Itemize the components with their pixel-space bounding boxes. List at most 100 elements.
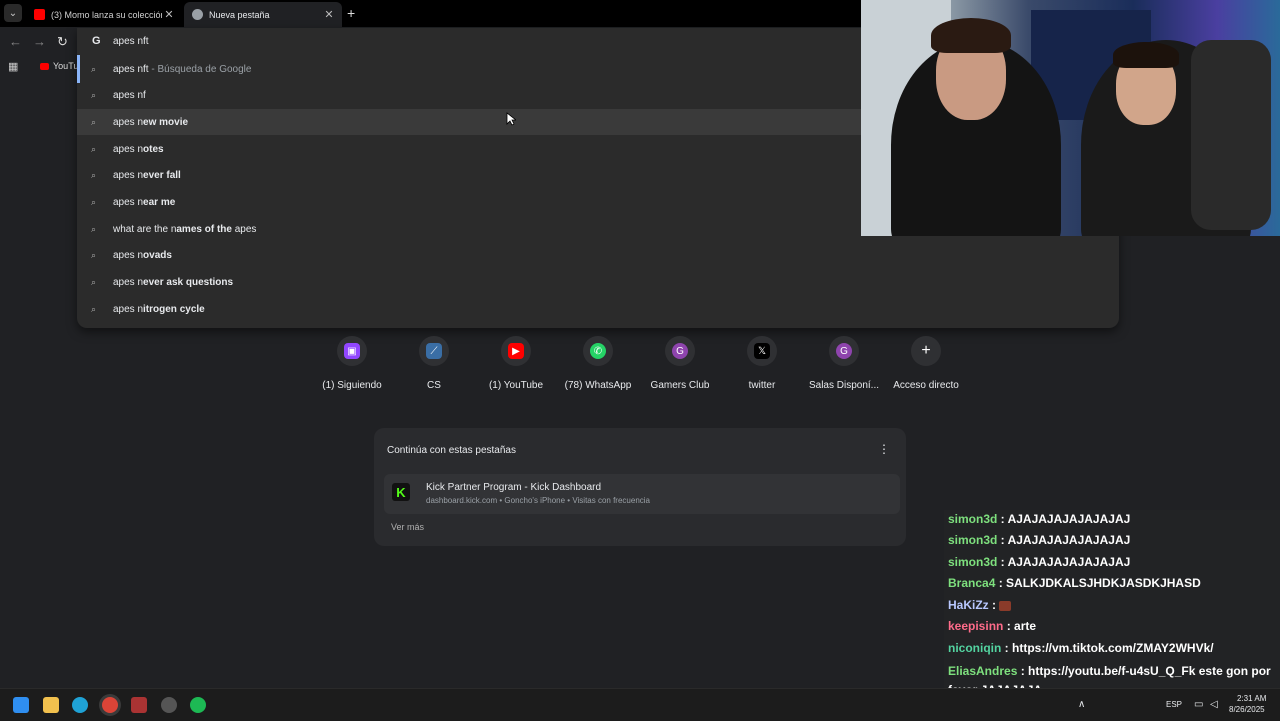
tab-new-tab[interactable]: Nueva pestaña ✕ (184, 2, 342, 27)
search-icon: ⌕ (91, 116, 97, 127)
youtube-icon: ▶ (508, 343, 524, 359)
suggestion-text: apes never fall (113, 170, 181, 182)
suggestion-text: apes notes (113, 143, 164, 155)
close-icon[interactable]: ✕ (322, 8, 336, 21)
cs-icon: ⟋ (426, 343, 442, 359)
suggestion-text: apes nft - Búsqueda de Google (113, 63, 252, 75)
chat-text: arte (1014, 619, 1037, 633)
network-icon[interactable]: ▭ (1194, 699, 1203, 710)
chat-username[interactable]: simon3d (948, 533, 997, 547)
chat-message: niconiqin : https://vm.tiktok.com/ZMAY2W… (948, 641, 1214, 655)
chat-username[interactable]: Branca4 (948, 576, 995, 590)
clock-time[interactable]: 2:31 AM (1237, 694, 1266, 703)
shortcut-icon-circle: G (665, 336, 695, 366)
search-icon: ⌕ (91, 170, 97, 181)
new-tab-button[interactable]: + (347, 5, 355, 21)
suggestion-item[interactable]: ⌕ apes nitrogen cycle (77, 296, 1119, 322)
apps-grid-icon[interactable]: ▦ (8, 60, 18, 73)
chrome-icon[interactable] (102, 697, 118, 713)
edge-icon[interactable] (72, 697, 88, 713)
stream-chat: simon3d : AJAJAJAJAJAJAJAJ simon3d : AJAJ… (944, 510, 1280, 697)
suggestion-text: apes never ask questions (113, 277, 234, 289)
whatsapp-icon: ✆ (590, 343, 606, 359)
chat-username[interactable]: EliasAndres (948, 664, 1017, 678)
shortcut-label: (78) WhatsApp (564, 380, 632, 391)
shortcut-label: twitter (748, 380, 776, 391)
chat-separator: : (997, 555, 1008, 569)
tab-momo[interactable]: (3) Momo lanza su colección de ✕ (26, 2, 182, 27)
hair-left (931, 18, 1011, 53)
app-icon[interactable] (131, 697, 147, 713)
tray-chevron-icon[interactable]: ∧ (1078, 699, 1085, 710)
shortcut-tile[interactable]: ▶ (1) YouTube (476, 336, 556, 391)
shortcut-label: (1) Siguiendo (322, 380, 382, 391)
bookmark-youtube[interactable]: YouTu (53, 61, 78, 71)
suggestion-item[interactable]: ⌕ apes never ask questions (77, 270, 1119, 296)
chat-message: Branca4 : SALKJDKALSJHDKJASDKJHASD (948, 576, 1201, 590)
chat-separator: : (1001, 641, 1012, 655)
close-icon[interactable]: ✕ (162, 8, 176, 21)
chat-text: SALKJDKALSJHDKJASDKJHASD (1006, 576, 1201, 590)
chat-username[interactable]: keepisinn (948, 619, 1003, 633)
see-more-link[interactable]: Ver más (391, 522, 424, 532)
steam-icon[interactable] (161, 697, 177, 713)
search-icon: ⌕ (91, 250, 97, 261)
tab-title: (3) Momo lanza su colección de (51, 9, 162, 20)
shortcut-tile[interactable]: ⟋ CS (394, 336, 474, 391)
chat-separator: : (988, 598, 1000, 612)
suggestion-text: apes new movie (113, 116, 189, 128)
shortcut-icon-circle: + (911, 336, 941, 366)
volume-icon[interactable]: ◁ (1210, 699, 1218, 710)
card-item-subtitle: dashboard.kick.com • Goncho's iPhone • V… (426, 496, 650, 505)
shortcut-tile[interactable]: G Gamers Club (640, 336, 720, 391)
taskbar: ∧ ESP ▭ ◁ 2:31 AM 8/26/2025 (0, 688, 1280, 721)
omnibox-input[interactable]: apes nft (113, 36, 149, 47)
webcam-overlay (861, 0, 1280, 236)
spotify-icon[interactable] (190, 697, 206, 713)
chat-username[interactable]: simon3d (948, 512, 997, 526)
x-icon: 𝕏 (754, 343, 770, 359)
chat-username[interactable]: niconiqin (948, 641, 1001, 655)
forward-icon[interactable]: → (33, 34, 46, 49)
continue-tab-item[interactable]: K Kick Partner Program - Kick Dashboard … (384, 474, 900, 514)
reload-icon[interactable]: ↻ (57, 34, 68, 50)
shortcut-label: Gamers Club (650, 380, 710, 391)
suggestion-text: apes nf (113, 90, 146, 102)
more-options-icon[interactable]: ⋮ (878, 442, 890, 456)
shortcut-tile[interactable]: ✆ (78) WhatsApp (558, 336, 638, 391)
chat-separator: : (995, 576, 1007, 590)
shortcut-tile[interactable]: ▣ (1) Siguiendo (312, 336, 392, 391)
suggestion-text: apes nitrogen cycle (113, 303, 205, 315)
suggestion-text: apes near me (113, 197, 176, 208)
clock-date[interactable]: 8/26/2025 (1229, 705, 1265, 714)
card-item-title: Kick Partner Program - Kick Dashboard (426, 482, 602, 493)
search-icon: ⌕ (91, 277, 97, 288)
search-icon: ⌕ (91, 63, 97, 74)
windows-start-icon[interactable] (13, 697, 29, 713)
chat-username[interactable]: simon3d (948, 555, 997, 569)
shortcut-label: CS (427, 380, 441, 391)
chat-separator: : (1003, 619, 1015, 633)
g-letter-icon: G (672, 343, 688, 359)
suggestion-item[interactable]: ⌕ apes novads (77, 243, 1119, 269)
search-icon: ⌕ (91, 197, 97, 207)
file-explorer-icon[interactable] (43, 697, 59, 713)
shortcut-label: Salas Disponí... (808, 380, 880, 391)
shortcut-icon-circle: G (829, 336, 859, 366)
chat-username[interactable]: HaKiZz (948, 598, 989, 612)
shortcut-tile[interactable]: + Acceso directo (886, 336, 966, 391)
card-title: Continúa con estas pestañas (387, 445, 516, 456)
shortcut-tile[interactable]: G Salas Disponí... (804, 336, 884, 391)
language-indicator[interactable]: ESP (1166, 700, 1182, 709)
shortcut-tile[interactable]: 𝕏twitter (722, 336, 802, 391)
tab-search-button[interactable]: ⌄ (4, 4, 22, 22)
kick-icon: K (392, 483, 410, 501)
twitch-icon: ▣ (344, 343, 360, 359)
mouse-cursor-icon (506, 112, 516, 126)
g-letter-icon: G (836, 343, 852, 359)
shortcut-icon-circle: ▣ (337, 336, 367, 366)
chat-message: simon3d : AJAJAJAJAJAJAJAJ (948, 533, 1130, 547)
shortcut-icon-circle: ▶ (501, 336, 531, 366)
back-icon[interactable]: ← (9, 34, 22, 49)
hair-right (1113, 42, 1179, 68)
